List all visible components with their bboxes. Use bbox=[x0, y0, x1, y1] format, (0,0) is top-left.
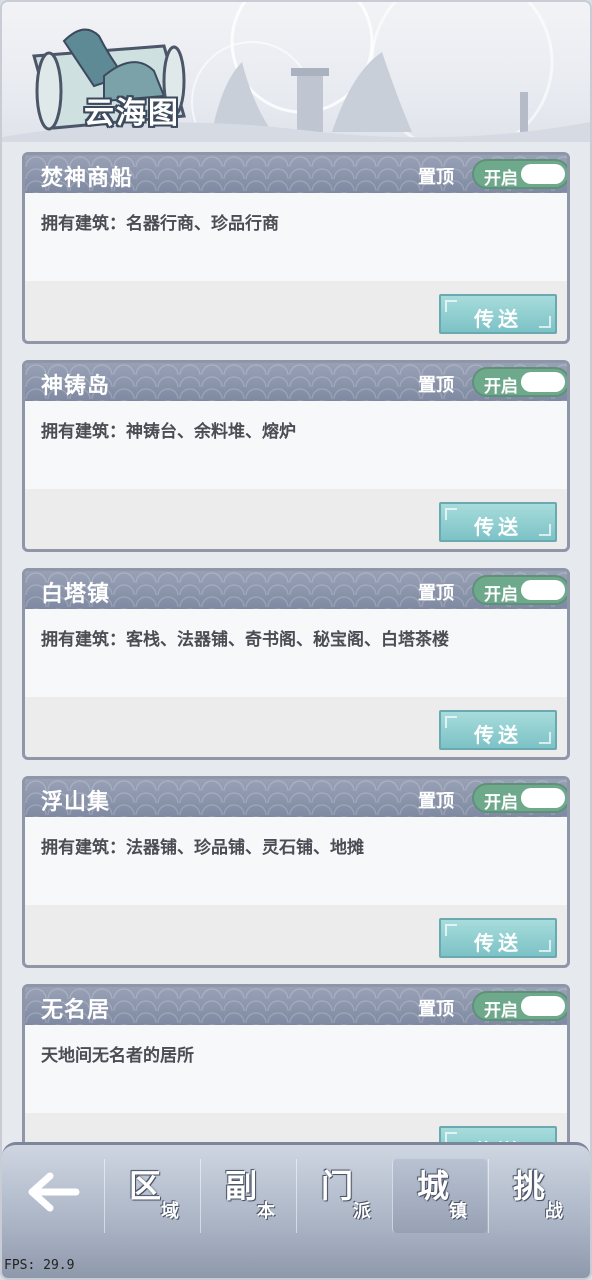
tab-region[interactable]: 区 域 bbox=[104, 1159, 199, 1233]
location-name: 浮山集 bbox=[41, 790, 111, 815]
app-frame: 焚神商船 置顶 开启 拥有建筑：名器行商、珍品行商 传送 神铸岛 置顶 开启 拥… bbox=[0, 0, 592, 1280]
toggle-knob bbox=[521, 372, 565, 392]
card-header: 浮山集 置顶 开启 bbox=[25, 779, 567, 817]
tab-sect-label: 门 bbox=[321, 1167, 354, 1205]
tab-dungeon-sublabel: 本 bbox=[257, 1201, 275, 1222]
location-description: 拥有建筑：神铸台、余料堆、熔炉 bbox=[41, 422, 296, 442]
toggle-knob bbox=[521, 788, 565, 808]
location-name: 神铸岛 bbox=[41, 374, 111, 399]
card-body: 拥有建筑：神铸台、余料堆、熔炉 bbox=[25, 401, 567, 489]
card-body: 拥有建筑：名器行商、珍品行商 bbox=[25, 193, 567, 281]
location-card: 焚神商船 置顶 开启 拥有建筑：名器行商、珍品行商 传送 bbox=[22, 152, 570, 344]
location-card: 白塔镇 置顶 开启 拥有建筑：客栈、法器铺、奇书阁、秘宝阁、白塔茶楼 传送 bbox=[22, 568, 570, 760]
teleport-label: 传送 bbox=[474, 307, 522, 331]
toggle-label: 开启 bbox=[484, 793, 518, 813]
tab-challenge[interactable]: 挑 战 bbox=[488, 1159, 583, 1233]
pin-top-button[interactable]: 置顶 bbox=[418, 787, 454, 813]
pin-top-button[interactable]: 置顶 bbox=[418, 371, 454, 397]
tab-sect-sublabel: 派 bbox=[353, 1201, 371, 1222]
back-arrow-icon[interactable] bbox=[20, 1167, 90, 1217]
location-description: 拥有建筑：法器铺、珍品铺、灵石铺、地摊 bbox=[41, 838, 364, 858]
tab-dungeon[interactable]: 副 本 bbox=[200, 1159, 295, 1233]
teleport-label: 传送 bbox=[474, 515, 522, 539]
card-header: 神铸岛 置顶 开启 bbox=[25, 363, 567, 401]
page-title: 云海图 bbox=[84, 96, 180, 131]
fps-counter: FPS: 29.9 bbox=[4, 1258, 75, 1273]
location-name: 白塔镇 bbox=[41, 582, 111, 607]
teleport-button[interactable]: 传送 bbox=[439, 294, 557, 334]
pin-top-button[interactable]: 置顶 bbox=[418, 163, 454, 189]
tab-region-label: 区 bbox=[129, 1167, 162, 1205]
toggle-label: 开启 bbox=[484, 169, 518, 189]
tab-challenge-sublabel: 战 bbox=[545, 1201, 563, 1222]
card-header: 焚神商船 置顶 开启 bbox=[25, 155, 567, 193]
enable-toggle[interactable]: 开启 bbox=[472, 367, 567, 397]
bottom-nav: 区 域 副 本 门 派 城 镇 挑 战 bbox=[2, 1142, 590, 1278]
toggle-label: 开启 bbox=[484, 585, 518, 605]
location-card: 浮山集 置顶 开启 拥有建筑：法器铺、珍品铺、灵石铺、地摊 传送 bbox=[22, 776, 570, 968]
tab-region-sublabel: 域 bbox=[161, 1201, 179, 1222]
card-header: 白塔镇 置顶 开启 bbox=[25, 571, 567, 609]
pin-top-button[interactable]: 置顶 bbox=[418, 995, 454, 1021]
location-name: 焚神商船 bbox=[41, 166, 134, 191]
toggle-knob bbox=[521, 580, 565, 600]
location-description: 天地间无名者的居所 bbox=[41, 1046, 194, 1066]
tab-dungeon-label: 副 bbox=[225, 1167, 258, 1205]
teleport-button[interactable]: 传送 bbox=[439, 710, 557, 750]
teleport-label: 传送 bbox=[474, 931, 522, 955]
card-body: 拥有建筑：客栈、法器铺、奇书阁、秘宝阁、白塔茶楼 bbox=[25, 609, 567, 697]
card-body: 天地间无名者的居所 bbox=[25, 1025, 567, 1113]
tab-town-label: 城 bbox=[417, 1167, 450, 1205]
teleport-button[interactable]: 传送 bbox=[439, 918, 557, 958]
toggle-knob bbox=[521, 164, 565, 184]
teleport-label: 传送 bbox=[474, 723, 522, 747]
enable-toggle[interactable]: 开启 bbox=[472, 575, 567, 605]
tab-challenge-label: 挑 bbox=[513, 1167, 546, 1205]
pin-top-button[interactable]: 置顶 bbox=[418, 579, 454, 605]
toggle-label: 开启 bbox=[484, 1001, 518, 1021]
tab-sect[interactable]: 门 派 bbox=[296, 1159, 391, 1233]
teleport-button[interactable]: 传送 bbox=[439, 502, 557, 542]
card-body: 拥有建筑：法器铺、珍品铺、灵石铺、地摊 bbox=[25, 817, 567, 905]
page-header: 云海图 bbox=[2, 2, 590, 142]
enable-toggle[interactable]: 开启 bbox=[472, 159, 567, 189]
enable-toggle[interactable]: 开启 bbox=[472, 991, 567, 1021]
enable-toggle[interactable]: 开启 bbox=[472, 783, 567, 813]
location-card: 神铸岛 置顶 开启 拥有建筑：神铸台、余料堆、熔炉 传送 bbox=[22, 360, 570, 552]
tab-town-sublabel: 镇 bbox=[449, 1201, 467, 1222]
card-header: 无名居 置顶 开启 bbox=[25, 987, 567, 1025]
toggle-label: 开启 bbox=[484, 377, 518, 397]
toggle-knob bbox=[521, 996, 565, 1016]
location-description: 拥有建筑：名器行商、珍品行商 bbox=[41, 214, 279, 234]
location-description: 拥有建筑：客栈、法器铺、奇书阁、秘宝阁、白塔茶楼 bbox=[41, 630, 449, 650]
tab-town[interactable]: 城 镇 bbox=[392, 1159, 487, 1233]
location-name: 无名居 bbox=[41, 998, 111, 1023]
